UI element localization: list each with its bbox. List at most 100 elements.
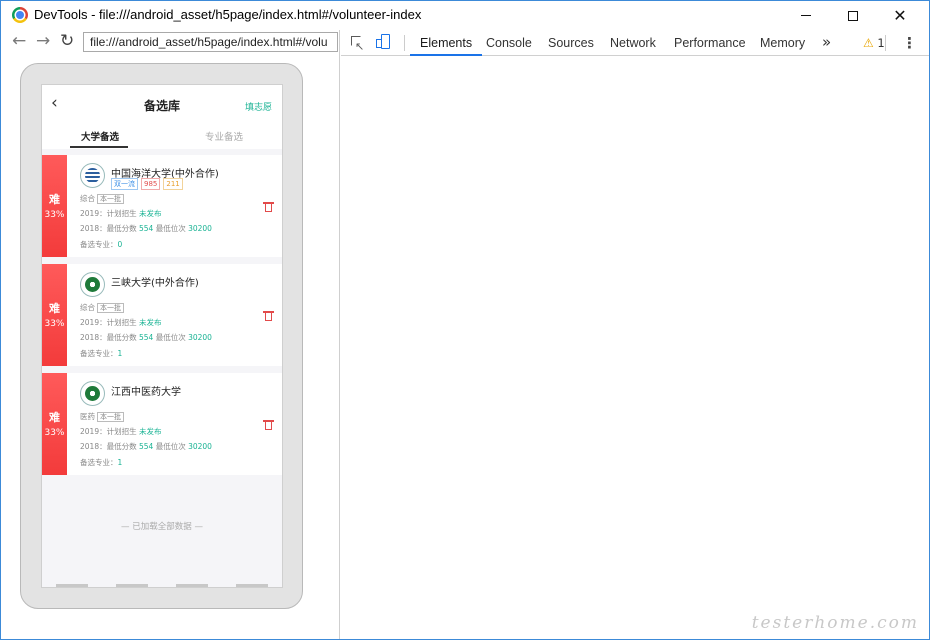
warnings-count: 1 (877, 36, 885, 50)
rank-label: 最低位次 (155, 333, 186, 342)
min-rank: 30200 (188, 333, 212, 342)
url-input[interactable]: file:///android_asset/h5page/index.html#… (83, 32, 338, 52)
difficulty-label: 难 (49, 302, 60, 315)
forward-arrow-icon[interactable]: → (36, 31, 50, 51)
tag-double-first-class: 双一流 (111, 178, 138, 190)
category-line: 综合 本一批 (80, 302, 124, 313)
plan-prefix: 2019：计划招生 (80, 209, 137, 218)
fill-application-link[interactable]: 填志愿 (245, 100, 272, 113)
category-line: 医药 本一批 (80, 411, 124, 422)
university-card[interactable]: 难 33% 三峡大学(中外合作) 综合 本一批 2019：计划招生 未发布 201… (42, 264, 282, 366)
more-tabs-chevron-icon[interactable]: » (822, 30, 831, 56)
batch-badge: 本一批 (97, 412, 124, 422)
category: 综合 (80, 303, 95, 312)
inspect-element-icon[interactable]: ↖ (349, 34, 365, 53)
selected-count: 1 (117, 349, 123, 358)
plan-line: 2019：计划招生 未发布 (80, 426, 161, 437)
selected-majors-line: 备选专业：1 (80, 457, 122, 468)
selected-majors-line: 备选专业：1 (80, 348, 122, 359)
score-prefix: 2018：最低分数 (80, 333, 137, 342)
devtools-window: DevTools - file:///android_asset/h5page/… (0, 0, 930, 640)
warning-icon: ⚠ (863, 36, 874, 50)
selected-prefix: 备选专业： (80, 458, 118, 467)
score-prefix: 2018：最低分数 (80, 224, 137, 233)
maximize-button[interactable] (830, 1, 876, 30)
university-logo-icon (80, 381, 105, 406)
difficulty-badge: 难 33% (42, 373, 67, 475)
selected-prefix: 备选专业： (80, 349, 118, 358)
min-score: 554 (138, 333, 154, 342)
phone-frame: ‹ 备选库 填志愿 大学备选 专业备选 难 33% 中国海洋大学(中外合作) 双… (20, 63, 303, 609)
delete-trash-icon[interactable] (263, 311, 274, 321)
difficulty-badge: 难 33% (42, 264, 67, 366)
university-logo-icon (80, 272, 105, 297)
score-line: 2018：最低分数 554 最低位次 30200 (80, 441, 212, 452)
chrome-logo-icon (12, 7, 28, 23)
title-bar: DevTools - file:///android_asset/h5page/… (1, 1, 929, 30)
university-card[interactable]: 难 33% 江西中医药大学 医药 本一批 2019：计划招生 未发布 2018：最… (42, 373, 282, 475)
app-tabs: 大学备选 专业备选 (42, 123, 282, 149)
active-tab-indicator (70, 146, 128, 148)
min-score: 554 (138, 442, 154, 451)
selected-count: 0 (117, 240, 123, 249)
devtools-pane: ↖ Elements Console Sources Network Perfo… (341, 30, 929, 639)
min-score: 554 (138, 224, 154, 233)
probability-percent: 33% (44, 210, 65, 220)
toolbar-divider (404, 35, 405, 51)
tab-university[interactable]: 大学备选 (81, 129, 119, 143)
university-name: 江西中医药大学 (111, 387, 181, 398)
bottom-nav-bar (42, 584, 282, 587)
university-logo-icon (80, 163, 105, 188)
back-arrow-icon[interactable]: ← (12, 31, 26, 51)
minimize-button[interactable] (783, 1, 829, 30)
warnings-counter[interactable]: ⚠ 1 (863, 30, 885, 56)
plan-status: 未发布 (138, 209, 162, 218)
toolbar-divider (885, 35, 886, 51)
tab-major[interactable]: 专业备选 (205, 129, 243, 143)
close-button[interactable]: ✕ (877, 1, 923, 30)
category-line: 综合 本一批 (80, 193, 124, 204)
browser-navbar: ← → ↻ file:///android_asset/h5page/index… (2, 30, 340, 54)
close-icon: ✕ (893, 5, 907, 25)
delete-trash-icon[interactable] (263, 202, 274, 212)
devtools-toolbar: ↖ Elements Console Sources Network Perfo… (341, 30, 929, 56)
device-toolbar-icon[interactable] (376, 34, 392, 50)
tab-sources[interactable]: Sources (548, 30, 594, 56)
tab-network[interactable]: Network (610, 30, 656, 56)
selected-majors-line: 备选专业：0 (80, 239, 122, 250)
delete-trash-icon[interactable] (263, 420, 274, 430)
kebab-menu-icon[interactable]: ⋮ (902, 30, 917, 56)
tab-memory[interactable]: Memory (760, 30, 805, 56)
tag-985: 985 (141, 178, 161, 190)
plan-line: 2019：计划招生 未发布 (80, 317, 161, 328)
tab-elements[interactable]: Elements (409, 30, 483, 56)
tab-console[interactable]: Console (486, 30, 532, 56)
score-line: 2018：最低分数 554 最低位次 30200 (80, 332, 212, 343)
plan-prefix: 2019：计划招生 (80, 427, 137, 436)
screencast-pane: ← → ↻ file:///android_asset/h5page/index… (2, 30, 340, 639)
university-name: 三峡大学(中外合作) (111, 278, 199, 289)
category: 医药 (80, 412, 95, 421)
maximize-icon (848, 10, 858, 21)
all-loaded-note: — 已加载全部数据 — (121, 522, 203, 532)
university-tags: 双一流 985 211 (111, 178, 183, 190)
tab-performance[interactable]: Performance (674, 30, 746, 56)
reload-icon[interactable]: ↻ (60, 31, 74, 51)
window-title: DevTools - file:///android_asset/h5page/… (34, 7, 422, 22)
minimize-icon (801, 15, 811, 16)
phone-screen: ‹ 备选库 填志愿 大学备选 专业备选 难 33% 中国海洋大学(中外合作) 双… (41, 84, 283, 588)
min-rank: 30200 (188, 224, 212, 233)
difficulty-label: 难 (49, 193, 60, 206)
probability-percent: 33% (44, 319, 65, 329)
difficulty-badge: 难 33% (42, 155, 67, 257)
university-card[interactable]: 难 33% 中国海洋大学(中外合作) 双一流 985 211 综合 本一批 201… (42, 155, 282, 257)
score-line: 2018：最低分数 554 最低位次 30200 (80, 223, 212, 234)
category: 综合 (80, 194, 95, 203)
rank-label: 最低位次 (155, 224, 186, 233)
batch-badge: 本一批 (97, 303, 124, 313)
tag-211: 211 (163, 178, 183, 190)
app-header: ‹ 备选库 填志愿 (42, 85, 282, 123)
plan-line: 2019：计划招生 未发布 (80, 208, 161, 219)
selected-prefix: 备选专业： (80, 240, 118, 249)
watermark: testerhome.com (751, 613, 919, 633)
